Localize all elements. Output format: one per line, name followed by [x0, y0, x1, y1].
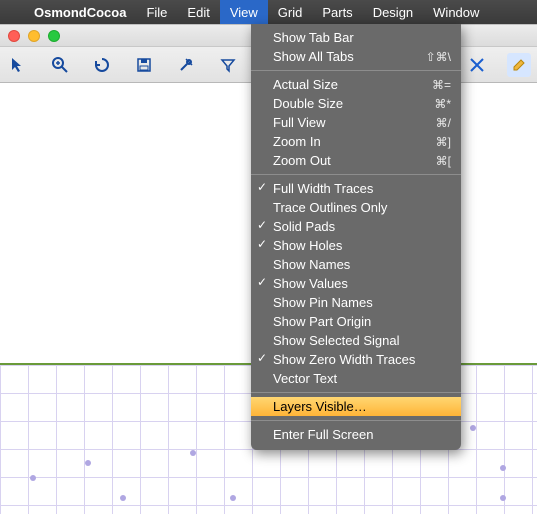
checkmark-icon: ✓ — [257, 180, 267, 194]
zoom-window-button[interactable] — [48, 30, 60, 42]
menu-item[interactable]: Show All Tabs ⇧⌘\ — [251, 47, 461, 66]
menu-shortcut: ⌘[ — [436, 154, 451, 168]
menubar-edit[interactable]: Edit — [177, 0, 219, 24]
menu-item-label: Solid Pads — [273, 219, 335, 234]
menu-shortcut: ⌘/ — [436, 116, 451, 130]
menu-item-label: Show Values — [273, 276, 348, 291]
save-tool[interactable] — [132, 53, 156, 77]
menubar: OsmondCocoa File Edit View Grid Parts De… — [0, 0, 537, 24]
cut-tool[interactable] — [465, 53, 489, 77]
menu-separator — [251, 70, 461, 71]
pointer-tool[interactable] — [6, 53, 30, 77]
menu-shortcut: ⇧⌘\ — [426, 50, 451, 64]
menubar-grid[interactable]: Grid — [268, 0, 313, 24]
minimize-window-button[interactable] — [28, 30, 40, 42]
menubar-parts[interactable]: Parts — [312, 0, 362, 24]
menu-item[interactable]: Layers Visible… — [251, 397, 461, 416]
menu-item-label: Show Selected Signal — [273, 333, 399, 348]
menu-item-label: Full View — [273, 115, 326, 130]
edit-tool[interactable] — [507, 53, 531, 77]
menu-item[interactable]: Show Selected Signal — [251, 331, 461, 350]
menu-item-label: Actual Size — [273, 77, 338, 92]
menu-item-label: Layers Visible… — [273, 399, 367, 414]
menu-item-label: Show Tab Bar — [273, 30, 354, 45]
menu-item-label: Zoom In — [273, 134, 321, 149]
menu-item-label: Enter Full Screen — [273, 427, 373, 442]
zoom-tool[interactable] — [48, 53, 72, 77]
checkmark-icon: ✓ — [257, 351, 267, 365]
close-window-button[interactable] — [8, 30, 20, 42]
menu-item-label: Show Zero Width Traces — [273, 352, 415, 367]
menu-item[interactable]: Full View ⌘/ — [251, 113, 461, 132]
menu-item[interactable]: Show Tab Bar — [251, 28, 461, 47]
menu-item-label: Trace Outlines Only — [273, 200, 387, 215]
menu-item-label: Show Part Origin — [273, 314, 371, 329]
menu-item-label: Show Pin Names — [273, 295, 373, 310]
menu-item[interactable]: ✓ Full Width Traces — [251, 179, 461, 198]
menubar-window[interactable]: Window — [423, 0, 489, 24]
menu-item[interactable]: Show Names — [251, 255, 461, 274]
filter-tool[interactable] — [216, 53, 240, 77]
menu-shortcut: ⌘= — [432, 78, 451, 92]
checkmark-icon: ✓ — [257, 218, 267, 232]
menu-shortcut: ⌘* — [434, 97, 451, 111]
menu-item[interactable]: Zoom In ⌘] — [251, 132, 461, 151]
menu-separator — [251, 174, 461, 175]
menu-item-label: Zoom Out — [273, 153, 331, 168]
view-menu-dropdown: Show Tab Bar Show All Tabs ⇧⌘\ Actual Size ⌘… — [251, 24, 461, 450]
menu-item[interactable]: ✓ Show Zero Width Traces — [251, 350, 461, 369]
menu-item[interactable]: Zoom Out ⌘[ — [251, 151, 461, 170]
menu-item-label: Show All Tabs — [273, 49, 354, 64]
menubar-app[interactable]: OsmondCocoa — [24, 0, 136, 24]
menu-shortcut: ⌘] — [436, 135, 451, 149]
menu-item-label: Vector Text — [273, 371, 337, 386]
menu-item[interactable]: Show Part Origin — [251, 312, 461, 331]
menu-item[interactable]: Vector Text — [251, 369, 461, 388]
menu-item[interactable]: Enter Full Screen — [251, 425, 461, 444]
menu-item-label: Double Size — [273, 96, 343, 111]
checkmark-icon: ✓ — [257, 237, 267, 251]
menu-item[interactable]: Trace Outlines Only — [251, 198, 461, 217]
menubar-file[interactable]: File — [136, 0, 177, 24]
menu-item[interactable]: Actual Size ⌘= — [251, 75, 461, 94]
pin-tool[interactable] — [174, 53, 198, 77]
menu-item[interactable]: Double Size ⌘* — [251, 94, 461, 113]
menubar-design[interactable]: Design — [363, 0, 423, 24]
menu-item[interactable]: ✓ Show Values — [251, 274, 461, 293]
menu-item[interactable]: ✓ Show Holes — [251, 236, 461, 255]
menubar-view[interactable]: View — [220, 0, 268, 24]
rotate-tool[interactable] — [90, 53, 114, 77]
menu-item-label: Full Width Traces — [273, 181, 373, 196]
menu-item[interactable]: Show Pin Names — [251, 293, 461, 312]
menu-item-label: Show Names — [273, 257, 350, 272]
menu-item[interactable]: ✓ Solid Pads — [251, 217, 461, 236]
menu-separator — [251, 392, 461, 393]
menu-separator — [251, 420, 461, 421]
checkmark-icon: ✓ — [257, 275, 267, 289]
menu-item-label: Show Holes — [273, 238, 342, 253]
